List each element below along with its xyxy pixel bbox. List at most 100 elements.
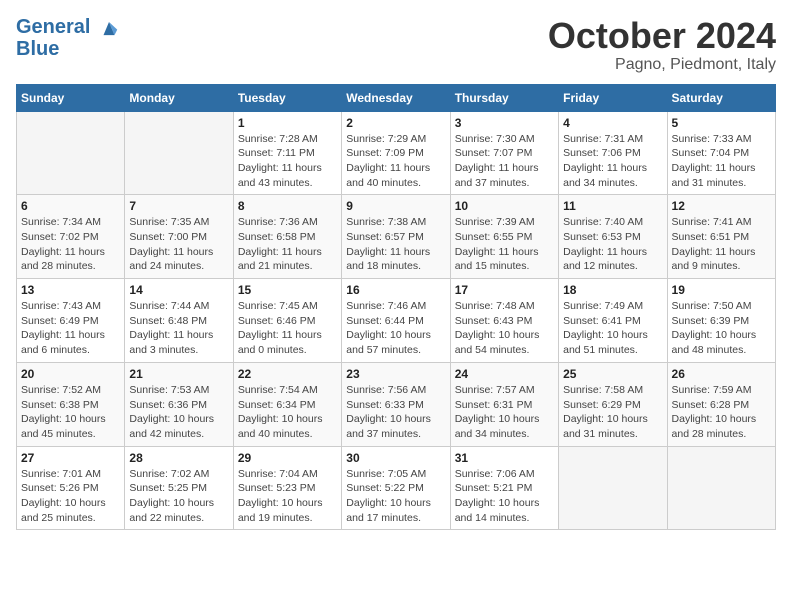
day-number: 25 bbox=[563, 367, 662, 381]
location: Pagno, Piedmont, Italy bbox=[548, 56, 776, 74]
day-number: 26 bbox=[672, 367, 771, 381]
day-cell: 12Sunrise: 7:41 AMSunset: 6:51 PMDayligh… bbox=[667, 195, 775, 279]
day-detail: Sunrise: 7:28 AMSunset: 7:11 PMDaylight:… bbox=[238, 132, 337, 191]
day-number: 16 bbox=[346, 283, 445, 297]
day-cell bbox=[667, 446, 775, 530]
day-number: 17 bbox=[455, 283, 554, 297]
day-cell: 30 Sunrise: 7:05 AMSunset: 5:22 PMDayligh… bbox=[342, 446, 450, 530]
day-cell bbox=[559, 446, 667, 530]
day-number: 7 bbox=[129, 199, 228, 213]
weekday-header-saturday: Saturday bbox=[667, 84, 775, 111]
month-title: October 2024 bbox=[548, 16, 776, 56]
day-number: 4 bbox=[563, 116, 662, 130]
day-number: 10 bbox=[455, 199, 554, 213]
day-number: 8 bbox=[238, 199, 337, 213]
day-detail: Sunrise: 7:46 AMSunset: 6:44 PMDaylight:… bbox=[346, 299, 445, 358]
day-cell bbox=[17, 111, 125, 195]
day-number: 21 bbox=[129, 367, 228, 381]
day-cell: 24 Sunrise: 7:57 AMSunset: 6:31 PMDayligh… bbox=[450, 362, 558, 446]
logo-icon bbox=[98, 19, 120, 37]
day-detail: Sunrise: 7:44 AMSunset: 6:48 PMDaylight:… bbox=[129, 299, 228, 358]
day-cell: 2Sunrise: 7:29 AMSunset: 7:09 PMDaylight… bbox=[342, 111, 450, 195]
day-cell: 22Sunrise: 7:54 AMSunset: 6:34 PMDayligh… bbox=[233, 362, 341, 446]
day-detail: Sunrise: 7:56 AMSunset: 6:33 PMDaylight:… bbox=[346, 383, 445, 442]
weekday-header-friday: Friday bbox=[559, 84, 667, 111]
day-cell: 29Sunrise: 7:04 AMSunset: 5:23 PMDayligh… bbox=[233, 446, 341, 530]
day-cell bbox=[125, 111, 233, 195]
day-cell: 1Sunrise: 7:28 AMSunset: 7:11 PMDaylight… bbox=[233, 111, 341, 195]
weekday-header-thursday: Thursday bbox=[450, 84, 558, 111]
week-row-3: 13 Sunrise: 7:43 AMSunset: 6:49 PMDayligh… bbox=[17, 279, 776, 363]
day-cell: 31 Sunrise: 7:06 AMSunset: 5:21 PMDayligh… bbox=[450, 446, 558, 530]
day-number: 6 bbox=[21, 199, 120, 213]
day-cell: 11Sunrise: 7:40 AMSunset: 6:53 PMDayligh… bbox=[559, 195, 667, 279]
day-detail: Sunrise: 7:40 AMSunset: 6:53 PMDaylight:… bbox=[563, 215, 662, 274]
day-number: 19 bbox=[672, 283, 771, 297]
day-number: 3 bbox=[455, 116, 554, 130]
day-number: 13 bbox=[21, 283, 120, 297]
day-detail: Sunrise: 7:36 AMSunset: 6:58 PMDaylight:… bbox=[238, 215, 337, 274]
page-header: General Blue October 2024 Pagno, Piedmon… bbox=[16, 16, 776, 74]
day-detail: Sunrise: 7:48 AMSunset: 6:43 PMDaylight:… bbox=[455, 299, 554, 358]
day-detail: Sunrise: 7:30 AMSunset: 7:07 PMDaylight:… bbox=[455, 132, 554, 191]
day-cell: 7 Sunrise: 7:35 AMSunset: 7:00 PMDaylight… bbox=[125, 195, 233, 279]
day-number: 5 bbox=[672, 116, 771, 130]
day-number: 18 bbox=[563, 283, 662, 297]
day-cell: 23 Sunrise: 7:56 AMSunset: 6:33 PMDayligh… bbox=[342, 362, 450, 446]
logo: General Blue bbox=[16, 16, 120, 60]
day-detail: Sunrise: 7:35 AMSunset: 7:00 PMDaylight:… bbox=[129, 215, 228, 274]
day-number: 20 bbox=[21, 367, 120, 381]
weekday-header-sunday: Sunday bbox=[17, 84, 125, 111]
day-cell: 19Sunrise: 7:50 AMSunset: 6:39 PMDayligh… bbox=[667, 279, 775, 363]
day-cell: 26 Sunrise: 7:59 AMSunset: 6:28 PMDayligh… bbox=[667, 362, 775, 446]
day-detail: Sunrise: 7:59 AMSunset: 6:28 PMDaylight:… bbox=[672, 383, 771, 442]
day-detail: Sunrise: 7:58 AMSunset: 6:29 PMDaylight:… bbox=[563, 383, 662, 442]
day-cell: 8 Sunrise: 7:36 AMSunset: 6:58 PMDaylight… bbox=[233, 195, 341, 279]
day-number: 24 bbox=[455, 367, 554, 381]
week-row-1: 1Sunrise: 7:28 AMSunset: 7:11 PMDaylight… bbox=[17, 111, 776, 195]
day-detail: Sunrise: 7:52 AMSunset: 6:38 PMDaylight:… bbox=[21, 383, 120, 442]
day-cell: 15 Sunrise: 7:45 AMSunset: 6:46 PMDayligh… bbox=[233, 279, 341, 363]
day-number: 14 bbox=[129, 283, 228, 297]
day-cell: 3 Sunrise: 7:30 AMSunset: 7:07 PMDaylight… bbox=[450, 111, 558, 195]
day-detail: Sunrise: 7:29 AMSunset: 7:09 PMDaylight:… bbox=[346, 132, 445, 191]
day-cell: 4 Sunrise: 7:31 AMSunset: 7:06 PMDaylight… bbox=[559, 111, 667, 195]
day-cell: 14 Sunrise: 7:44 AMSunset: 6:48 PMDayligh… bbox=[125, 279, 233, 363]
day-cell: 21 Sunrise: 7:53 AMSunset: 6:36 PMDayligh… bbox=[125, 362, 233, 446]
day-number: 23 bbox=[346, 367, 445, 381]
day-detail: Sunrise: 7:49 AMSunset: 6:41 PMDaylight:… bbox=[563, 299, 662, 358]
weekday-header-wednesday: Wednesday bbox=[342, 84, 450, 111]
day-detail: Sunrise: 7:01 AMSunset: 5:26 PMDaylight:… bbox=[21, 467, 120, 526]
day-number: 31 bbox=[455, 451, 554, 465]
day-detail: Sunrise: 7:43 AMSunset: 6:49 PMDaylight:… bbox=[21, 299, 120, 358]
logo-general: General bbox=[16, 16, 90, 38]
day-number: 15 bbox=[238, 283, 337, 297]
day-number: 30 bbox=[346, 451, 445, 465]
day-number: 27 bbox=[21, 451, 120, 465]
weekday-header-monday: Monday bbox=[125, 84, 233, 111]
day-number: 28 bbox=[129, 451, 228, 465]
day-cell: 28 Sunrise: 7:02 AMSunset: 5:25 PMDayligh… bbox=[125, 446, 233, 530]
day-detail: Sunrise: 7:05 AMSunset: 5:22 PMDaylight:… bbox=[346, 467, 445, 526]
day-detail: Sunrise: 7:57 AMSunset: 6:31 PMDaylight:… bbox=[455, 383, 554, 442]
day-cell: 6 Sunrise: 7:34 AMSunset: 7:02 PMDaylight… bbox=[17, 195, 125, 279]
day-cell: 10Sunrise: 7:39 AMSunset: 6:55 PMDayligh… bbox=[450, 195, 558, 279]
day-cell: 20 Sunrise: 7:52 AMSunset: 6:38 PMDayligh… bbox=[17, 362, 125, 446]
day-number: 9 bbox=[346, 199, 445, 213]
day-detail: Sunrise: 7:34 AMSunset: 7:02 PMDaylight:… bbox=[21, 215, 120, 274]
weekday-header-tuesday: Tuesday bbox=[233, 84, 341, 111]
day-detail: Sunrise: 7:31 AMSunset: 7:06 PMDaylight:… bbox=[563, 132, 662, 191]
day-cell: 9Sunrise: 7:38 AMSunset: 6:57 PMDaylight… bbox=[342, 195, 450, 279]
week-row-2: 6 Sunrise: 7:34 AMSunset: 7:02 PMDaylight… bbox=[17, 195, 776, 279]
day-detail: Sunrise: 7:53 AMSunset: 6:36 PMDaylight:… bbox=[129, 383, 228, 442]
day-cell: 25 Sunrise: 7:58 AMSunset: 6:29 PMDayligh… bbox=[559, 362, 667, 446]
day-cell: 5 Sunrise: 7:33 AMSunset: 7:04 PMDaylight… bbox=[667, 111, 775, 195]
day-detail: Sunrise: 7:06 AMSunset: 5:21 PMDaylight:… bbox=[455, 467, 554, 526]
day-cell: 17 Sunrise: 7:48 AMSunset: 6:43 PMDayligh… bbox=[450, 279, 558, 363]
day-detail: Sunrise: 7:33 AMSunset: 7:04 PMDaylight:… bbox=[672, 132, 771, 191]
day-number: 22 bbox=[238, 367, 337, 381]
day-cell: 16 Sunrise: 7:46 AMSunset: 6:44 PMDayligh… bbox=[342, 279, 450, 363]
day-detail: Sunrise: 7:45 AMSunset: 6:46 PMDaylight:… bbox=[238, 299, 337, 358]
day-detail: Sunrise: 7:02 AMSunset: 5:25 PMDaylight:… bbox=[129, 467, 228, 526]
day-detail: Sunrise: 7:41 AMSunset: 6:51 PMDaylight:… bbox=[672, 215, 771, 274]
